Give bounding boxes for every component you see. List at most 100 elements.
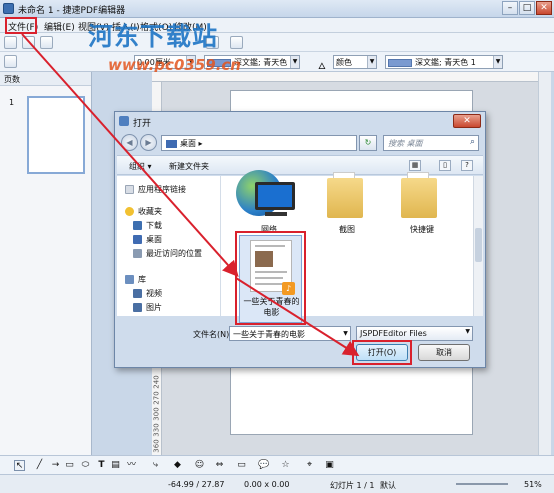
minimize-button[interactable]: – xyxy=(502,1,518,15)
nav-item-label: 库 xyxy=(138,275,146,284)
highlight-box-file xyxy=(235,231,306,325)
folder-icon[interactable] xyxy=(401,172,437,218)
callouts-icon[interactable]: 💬 xyxy=(258,460,269,471)
chevron-down-icon: ▼ xyxy=(493,56,502,68)
file-list-scrollbar[interactable] xyxy=(473,176,483,316)
object-size: 0.00 x 0.00 xyxy=(244,480,290,489)
folder-back xyxy=(401,178,437,218)
address-bar[interactable]: 桌面 ▸ xyxy=(161,135,357,151)
open-dialog: 打开 ✕ ◀ ▶ 桌面 ▸ ↻ 搜索 桌面 ⌕ 组织 ▾ 新建文件夹 ▦ ▯ ?… xyxy=(114,111,486,368)
view-options-icon[interactable]: ▦ xyxy=(409,160,421,171)
monitor-stand xyxy=(265,212,287,216)
help-icon[interactable]: ? xyxy=(461,160,473,171)
save-icon[interactable] xyxy=(40,36,53,49)
cursor-position: -64.99 / 27.87 xyxy=(168,480,225,489)
line-tool-icon[interactable]: ╱ xyxy=(34,460,45,471)
connector-icon[interactable]: ⤷ xyxy=(150,460,161,471)
window-controls: – □ ✕ xyxy=(502,1,552,15)
cancel-button[interactable]: 取消 xyxy=(418,344,470,361)
basic-shapes-icon[interactable]: ◆ xyxy=(172,460,183,471)
maximize-button[interactable]: □ xyxy=(519,1,535,15)
nav-item-app-links[interactable]: 应用程序链接 xyxy=(125,184,186,195)
vertical-scrollbar[interactable] xyxy=(538,72,551,455)
arrow-line-icon[interactable]: → xyxy=(50,460,61,471)
dialog-close-button[interactable]: ✕ xyxy=(453,114,481,128)
nav-item-recent[interactable]: 最近访问的位置 xyxy=(133,248,202,259)
curve-icon[interactable]: 〰 xyxy=(126,460,137,471)
new-folder-button[interactable]: 新建文件夹 xyxy=(169,161,209,172)
ruler-mark: 360 xyxy=(152,439,161,453)
menu-edit[interactable]: 编辑(E) xyxy=(44,20,75,33)
preview-pane-icon[interactable]: ▯ xyxy=(439,160,451,171)
scrollbar-thumb[interactable] xyxy=(475,228,482,262)
open-folder-icon[interactable] xyxy=(22,36,35,49)
file-type-select[interactable]: JSPDFEditor Files ▼ xyxy=(356,326,473,341)
refresh-button[interactable]: ↻ xyxy=(359,135,377,151)
flowchart-icon[interactable]: ▭ xyxy=(236,460,247,471)
stars-icon[interactable]: ☆ xyxy=(280,460,291,471)
color-combo[interactable]: 颜色 ▼ xyxy=(333,55,377,69)
chevron-down-icon: ▼ xyxy=(465,328,470,335)
menu-bar: 文件(F) 编辑(E) 视图(V) 插入(I) 格式(O) 修改(M) xyxy=(0,18,554,33)
text-tool-icon[interactable]: T xyxy=(96,460,107,471)
app-title: 未命名 1 - 捷速PDF编辑器 xyxy=(18,6,126,16)
line-fill-toolbar: 0.00厘米 ▼ 深文鑑; 青天色 2 ▼ 🜂 颜色 ▼ 深文鑑; 青天色 1 … xyxy=(0,52,554,72)
chevron-down-icon[interactable]: ▼ xyxy=(341,327,350,340)
dialog-nav-bar: ◀ ▶ 桌面 ▸ ↻ 搜索 桌面 ⌕ xyxy=(121,132,481,154)
nav-item-favorites[interactable]: 收藏夹 xyxy=(125,206,162,217)
ruler-mark: 270 xyxy=(152,391,161,405)
nav-item-label: 视频 xyxy=(146,289,162,298)
nav-item-label: 收藏夹 xyxy=(138,207,162,216)
dialog-title: 打开 xyxy=(133,119,152,129)
library-icon xyxy=(125,275,134,284)
pictures-icon xyxy=(133,303,142,312)
highlight-box-open xyxy=(352,340,412,365)
close-button[interactable]: ✕ xyxy=(536,1,552,15)
select-arrow-icon[interactable]: ↖ xyxy=(14,460,25,471)
nav-item-pictures[interactable]: 图片 xyxy=(133,302,162,313)
watermark-logo: 河东下载站 xyxy=(88,22,219,51)
folder-icon xyxy=(166,139,177,148)
nav-item-label: 应用程序链接 xyxy=(138,185,186,194)
dialog-title-bar: 打开 ✕ xyxy=(115,112,485,130)
line-style-icon[interactable] xyxy=(4,55,17,68)
swatch-combo[interactable]: 深文鑑; 青天色 1 ▼ xyxy=(385,55,503,69)
nav-item-label: 下载 xyxy=(146,221,162,230)
zoom-slider[interactable] xyxy=(456,483,508,485)
filename-input[interactable]: 一些关于青春的电影 ▼ xyxy=(229,326,351,341)
zoom-icon[interactable] xyxy=(230,36,243,49)
folder-icon[interactable] xyxy=(327,172,363,218)
file-label-screenshot[interactable]: 截图 xyxy=(339,224,355,235)
search-input[interactable]: 搜索 桌面 ⌕ xyxy=(383,135,479,151)
points-icon[interactable]: ⌖ xyxy=(304,460,315,471)
back-button[interactable]: ◀ xyxy=(121,134,138,151)
slide-number: 1 xyxy=(9,98,15,107)
ruler-mark: 300 xyxy=(152,407,161,421)
ruler-mark: 330 xyxy=(152,423,161,437)
new-document-icon[interactable] xyxy=(4,36,17,49)
nav-item-libraries[interactable]: 库 xyxy=(125,274,146,285)
monitor-icon xyxy=(255,182,295,210)
folder-back xyxy=(327,178,363,218)
forward-button[interactable]: ▶ xyxy=(140,134,157,151)
ellipse-icon[interactable]: ⬭ xyxy=(80,460,91,471)
file-type-value: JSPDFEditor Files xyxy=(360,329,427,338)
zoom-level: 51% xyxy=(524,480,542,489)
nav-item-label: 最近访问的位置 xyxy=(146,249,202,258)
slide-indicator: 幻灯片 1 / 1 xyxy=(330,481,375,490)
slide-thumbnail[interactable] xyxy=(27,96,85,174)
nav-item-desktop[interactable]: 桌面 xyxy=(133,234,162,245)
image-icon[interactable]: ▣ xyxy=(324,460,335,471)
symbol-shapes-icon[interactable]: ☺ xyxy=(194,460,205,471)
rectangle-icon[interactable]: ▭ xyxy=(64,460,75,471)
organize-button[interactable]: 组织 ▾ xyxy=(129,161,152,172)
block-arrows-icon[interactable]: ⇔ xyxy=(214,460,225,471)
fontwork-icon[interactable]: ▤ xyxy=(110,460,121,471)
file-label-shortcuts[interactable]: 快捷键 xyxy=(410,224,434,235)
nav-item-videos[interactable]: 视频 xyxy=(133,288,162,299)
slides-pane-header: 页数 xyxy=(0,72,91,86)
nav-item-downloads[interactable]: 下载 xyxy=(133,220,162,231)
dialog-icon xyxy=(119,116,129,126)
nav-item-label: 桌面 xyxy=(146,235,162,244)
address-separator-icon: ▸ xyxy=(198,139,203,148)
